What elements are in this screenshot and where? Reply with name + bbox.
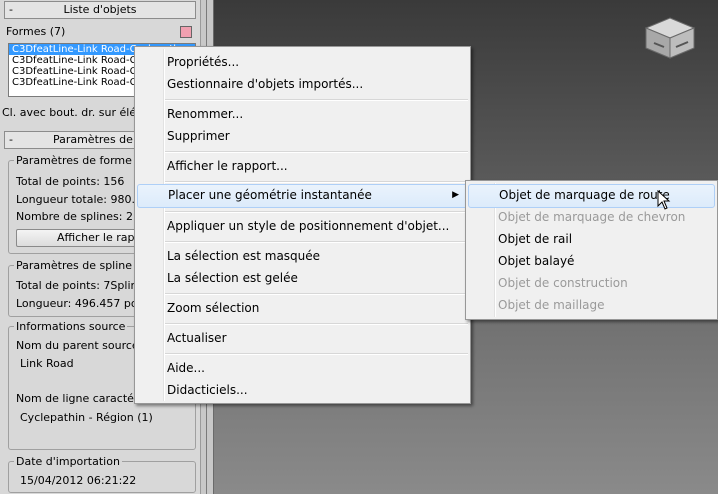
collapse-icon[interactable]: - (9, 2, 13, 18)
menu-item-help[interactable]: Aide... (137, 357, 468, 379)
collapse-icon[interactable]: - (9, 132, 13, 148)
menu-item-zoom-selection[interactable]: Zoom sélection (137, 297, 468, 319)
submenu-item-sweep[interactable]: Objet balayé (468, 250, 715, 272)
spline-total-points: Total de points: 7Spline (16, 279, 145, 292)
shape-params-title: Paramètres de forme (14, 154, 134, 167)
submenu-item-chevron-marking[interactable]: Objet de marquage de chevron (468, 206, 715, 228)
menu-item-show-report[interactable]: Afficher le rapport... (137, 155, 468, 177)
object-list-title: Liste d'objets (63, 3, 137, 16)
menu-item-delete[interactable]: Supprimer (137, 125, 468, 147)
menu-item-selection-hidden[interactable]: La sélection est masquée (137, 245, 468, 267)
import-date-title: Date d'importation (14, 455, 122, 468)
params-title: Paramètres de fo (52, 133, 148, 146)
submenu-item-mesh[interactable]: Objet de maillage (468, 294, 715, 316)
context-menu: Propriétés... Gestionnaire d'objets impo… (134, 46, 471, 404)
menu-item-label: Placer une géométrie instantanée (168, 188, 372, 202)
parent-value: Link Road (20, 357, 74, 370)
menu-item-tutorials[interactable]: Didacticiels... (137, 379, 468, 401)
mouse-cursor-icon (657, 190, 671, 210)
submenu-arrow-icon: ▶ (452, 190, 459, 200)
total-length: Longueur totale: 980.05 (16, 193, 149, 206)
viewcube-icon[interactable] (640, 14, 700, 64)
import-date-value: 15/04/2012 06:21:22 (20, 474, 137, 487)
menu-item-imported-objects-manager[interactable]: Gestionnaire d'objets importés... (137, 73, 468, 95)
feature-value: Cyclepathin - Région (1) (20, 411, 153, 424)
total-points: Total de points: 156 (16, 175, 125, 188)
instant-geometry-submenu: Objet de marquage de route Objet de marq… (465, 180, 718, 320)
menu-item-place-instant-geometry[interactable]: Placer une géométrie instantanée ▶ (137, 184, 468, 208)
num-splines: Nombre de splines: 2 (16, 210, 133, 223)
color-swatch[interactable] (180, 26, 192, 38)
submenu-item-road-marking[interactable]: Objet de marquage de route (468, 184, 715, 208)
menu-item-refresh[interactable]: Actualiser (137, 327, 468, 349)
menu-item-rename[interactable]: Renommer... (137, 103, 468, 125)
spline-length: Longueur: 496.457 pou (16, 297, 145, 310)
source-info-title: Informations source (14, 320, 128, 333)
menu-item-selection-frozen[interactable]: La sélection est gelée (137, 267, 468, 289)
submenu-item-construction[interactable]: Objet de construction (468, 272, 715, 294)
object-list-rollout-header[interactable]: - Liste d'objets (4, 1, 196, 19)
hint-text: Cl. avec bout. dr. sur élém (2, 106, 147, 119)
shapes-label: Formes (7) (6, 25, 66, 38)
menu-item-properties[interactable]: Propriétés... (137, 51, 468, 73)
submenu-item-rail[interactable]: Objet de rail (468, 228, 715, 250)
spline-params-title: Paramètres de spline sél (14, 259, 154, 272)
menu-item-apply-placement-style[interactable]: Appliquer un style de positionnement d'o… (137, 215, 468, 237)
parent-label: Nom du parent source: (16, 339, 143, 352)
